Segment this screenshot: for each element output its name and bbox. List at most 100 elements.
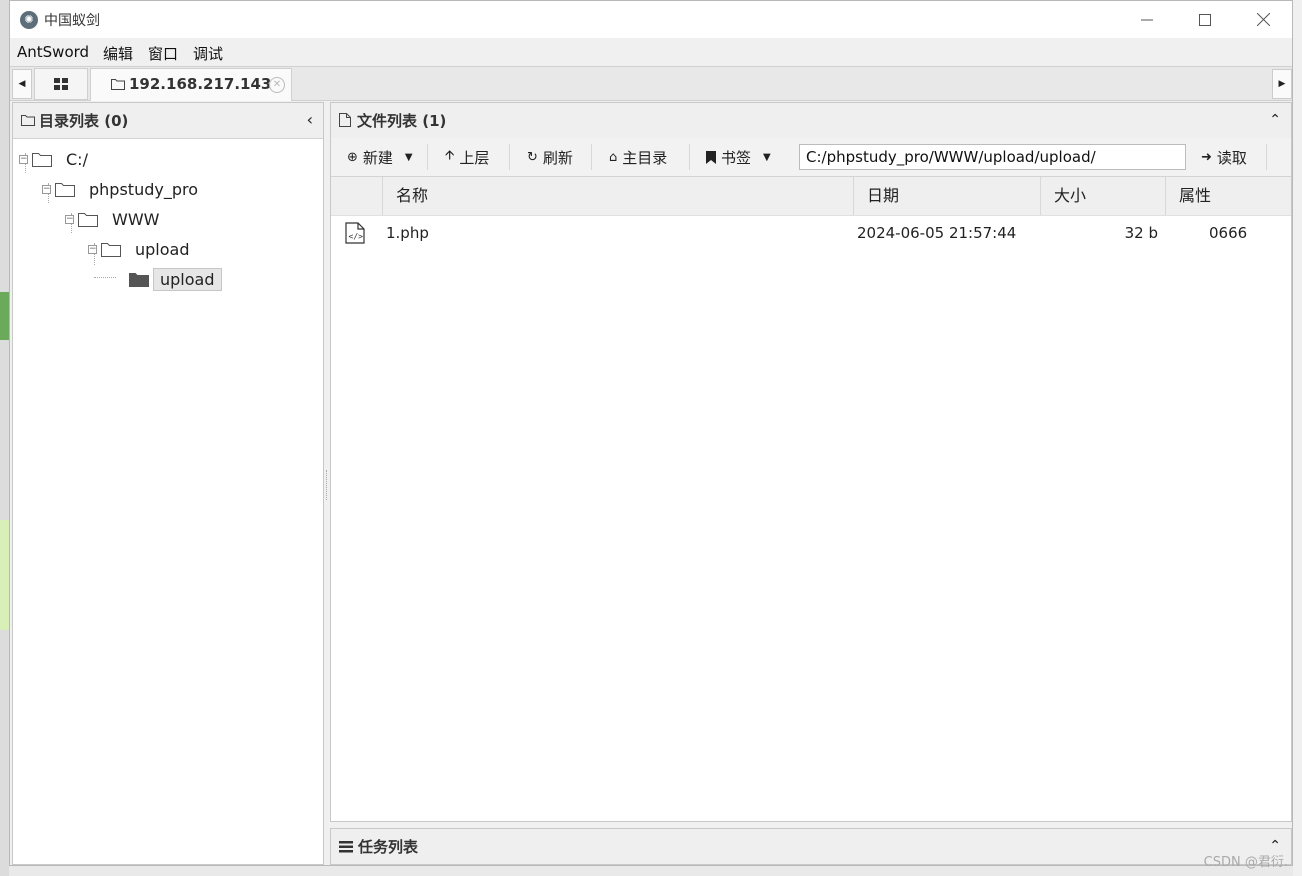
toolbar-separator xyxy=(689,144,690,170)
close-button[interactable] xyxy=(1234,1,1292,38)
tree-node-label[interactable]: phpstudy_pro xyxy=(83,179,204,200)
directory-panel-header: 目录列表 (0) ‹ xyxy=(13,103,323,139)
column-name[interactable]: 名称 xyxy=(382,177,853,215)
maximize-icon xyxy=(1199,13,1211,26)
read-button[interactable]: ➜ 读取 xyxy=(1201,138,1247,176)
column-size[interactable]: 大小 xyxy=(1040,177,1165,215)
arrow-right-icon: ➜ xyxy=(1201,149,1212,165)
splitter-grip[interactable] xyxy=(326,470,329,500)
tree-node-label[interactable]: upload xyxy=(129,239,196,260)
tab-bar: ◀ 192.168.217.143 ✕ ▶ xyxy=(10,66,1292,101)
tab-scroll-right-button[interactable]: ▶ xyxy=(1272,69,1292,99)
toolbar-separator xyxy=(591,144,592,170)
title-bar[interactable]: ✺ 中国蚁剑 xyxy=(10,1,1292,38)
background-window-fragment xyxy=(0,520,9,630)
refresh-icon: ↻ xyxy=(527,149,538,165)
refresh-label: 刷新 xyxy=(542,148,573,167)
caret-down-icon: ▼ xyxy=(763,151,771,163)
folder-icon xyxy=(21,115,35,126)
grid-icon xyxy=(54,78,68,90)
toolbar-separator xyxy=(509,144,510,170)
read-label: 读取 xyxy=(1216,148,1247,167)
tree-node[interactable]: − upload xyxy=(88,237,196,261)
menu-bar: AntSword 编辑 窗口 调试 xyxy=(10,38,1292,66)
toolbar-separator xyxy=(1266,144,1267,170)
file-grid-header: 名称 日期 大小 属性 xyxy=(331,177,1291,216)
tree-collapse-icon[interactable]: − xyxy=(65,214,74,224)
column-attr[interactable]: 属性 xyxy=(1165,177,1291,215)
background-window-edge xyxy=(0,0,9,876)
home-button[interactable]: ⌂ 主目录 xyxy=(609,138,667,176)
folder-icon xyxy=(101,242,121,257)
up-label: 上层 xyxy=(459,148,490,167)
tree-node[interactable]: − phpstudy_pro xyxy=(42,177,204,201)
svg-text:</>: </> xyxy=(349,232,364,241)
tree-collapse-icon[interactable]: − xyxy=(88,244,97,254)
background-window-edge xyxy=(1293,0,1302,876)
minimize-icon xyxy=(1141,19,1153,20)
caret-down-icon: ▼ xyxy=(404,151,413,163)
folder-icon xyxy=(111,79,125,90)
antsword-logo-icon: ✺ xyxy=(20,11,38,29)
directory-panel: 目录列表 (0) ‹ − C:/ − phpstudy_pro − WWW − … xyxy=(12,102,324,865)
close-icon xyxy=(1256,13,1270,26)
file-icon xyxy=(339,113,351,127)
new-button[interactable]: ⊕ 新建 ▼ xyxy=(347,138,413,176)
menu-window[interactable]: 窗口 xyxy=(148,43,178,64)
tab-scroll-left-button[interactable]: ◀ xyxy=(12,69,32,99)
file-list-panel-title: 文件列表 (1) xyxy=(357,112,447,130)
minimize-button[interactable] xyxy=(1118,1,1176,38)
bookmark-icon xyxy=(706,150,716,164)
file-attr: 0666 xyxy=(1209,224,1248,242)
tab-home[interactable] xyxy=(34,68,88,100)
tree-collapse-icon[interactable]: − xyxy=(42,184,51,194)
toolbar-separator xyxy=(427,144,428,170)
file-size: 32 b xyxy=(1124,224,1158,242)
tab-close-icon[interactable]: ✕ xyxy=(269,77,285,93)
tree-collapse-icon[interactable]: − xyxy=(19,154,28,164)
menu-edit[interactable]: 编辑 xyxy=(103,43,133,64)
maximize-button[interactable] xyxy=(1176,1,1234,38)
collapse-left-icon[interactable]: ‹ xyxy=(307,110,313,129)
home-icon: ⌂ xyxy=(609,149,618,165)
arrow-up-icon: 🡩 xyxy=(445,148,455,163)
plus-circle-icon: ⊕ xyxy=(347,149,358,165)
file-list-panel-header: 文件列表 (1) ⌃ xyxy=(331,103,1291,139)
column-icon xyxy=(331,177,382,215)
antsword-window: ✺ 中国蚁剑 AntSword 编辑 窗口 调试 ◀ 192.168.217.1… xyxy=(9,0,1293,866)
bookmark-button[interactable]: 书签 ▼ xyxy=(706,138,771,176)
tree-node[interactable]: − C:/ xyxy=(19,147,94,171)
tree-connector xyxy=(94,277,116,278)
menu-antsword[interactable]: AntSword xyxy=(17,43,89,61)
watermark: CSDN @君衍. xyxy=(1203,855,1288,870)
folder-icon xyxy=(78,212,98,227)
file-name[interactable]: 1.php xyxy=(386,216,429,250)
collapse-up-icon[interactable]: ⌃ xyxy=(1269,112,1281,128)
column-date[interactable]: 日期 xyxy=(853,177,1040,215)
refresh-button[interactable]: ↻ 刷新 xyxy=(527,138,573,176)
table-row[interactable]: </> 1.php 2024-06-05 21:57:44 32 b 0666 xyxy=(331,216,1291,250)
tree-node-label[interactable]: C:/ xyxy=(60,149,94,170)
file-date: 2024-06-05 21:57:44 xyxy=(857,224,1017,242)
folder-filled-icon xyxy=(129,272,149,287)
php-file-icon: </> xyxy=(345,222,365,244)
window-title: 中国蚁剑 xyxy=(44,13,100,29)
tree-node-label[interactable]: upload xyxy=(153,267,222,291)
up-button[interactable]: 🡩 上层 xyxy=(445,138,489,176)
directory-panel-title: 目录列表 (0) xyxy=(39,112,129,130)
tree-node-label[interactable]: WWW xyxy=(106,209,165,230)
tree-node[interactable]: − WWW xyxy=(65,207,165,231)
home-label: 主目录 xyxy=(622,148,668,167)
tree-node-selected[interactable]: upload xyxy=(129,267,222,291)
path-input[interactable] xyxy=(799,144,1186,170)
folder-icon xyxy=(32,152,52,167)
bookmark-label: 书签 xyxy=(721,148,752,167)
folder-icon xyxy=(55,182,75,197)
tab-shell-session[interactable]: 192.168.217.143 ✕ xyxy=(90,68,292,101)
tab-label: 192.168.217.143 xyxy=(129,75,272,93)
menu-debug[interactable]: 调试 xyxy=(193,43,223,64)
new-label: 新建 xyxy=(362,148,393,167)
task-list-panel: 任务列表 ⌃ xyxy=(330,828,1292,865)
tasks-icon xyxy=(339,841,353,853)
background-window-fragment xyxy=(0,292,9,340)
